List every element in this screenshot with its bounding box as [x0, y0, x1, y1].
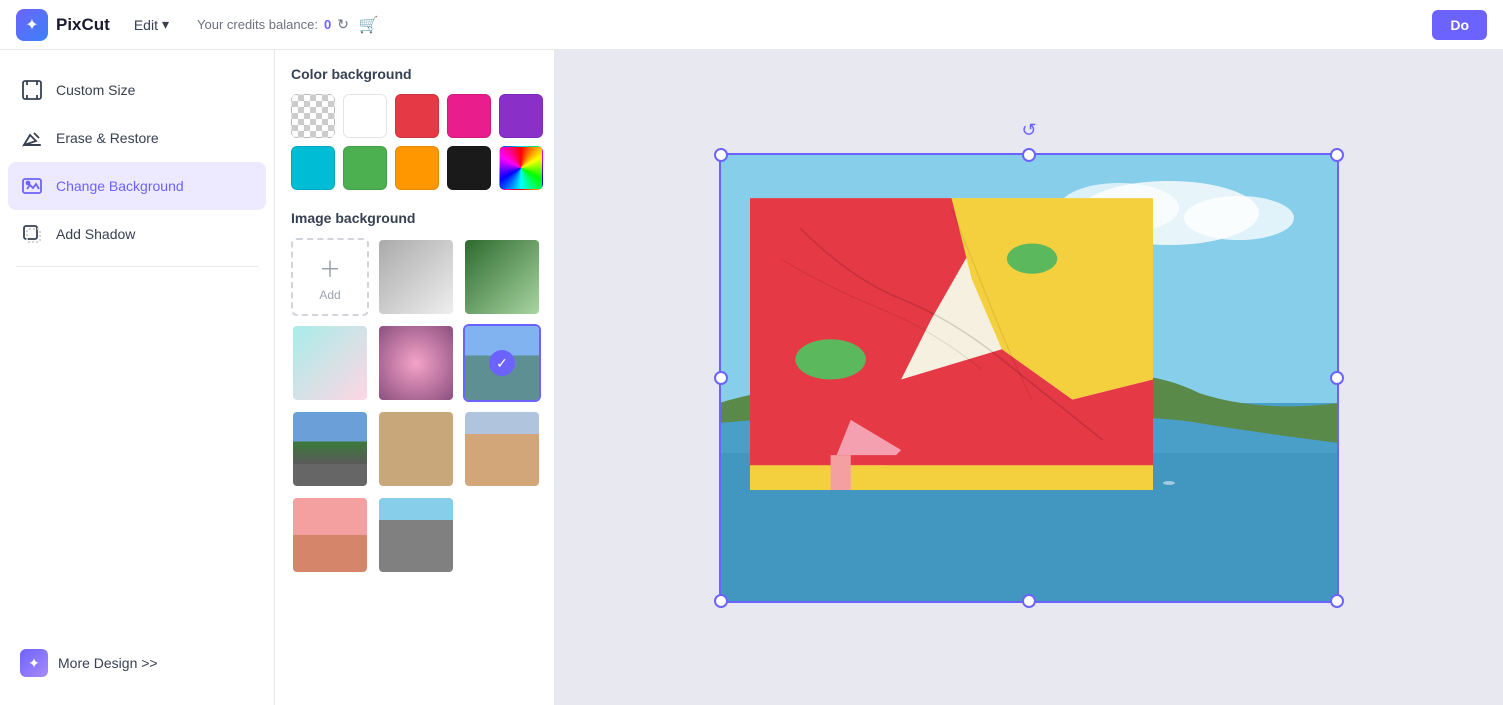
thumb-bokeh-bg: [379, 326, 453, 400]
sidebar-label-change-background: Change Background: [56, 178, 184, 194]
edit-label: Edit: [134, 17, 158, 33]
image-thumb-street[interactable]: [463, 410, 541, 488]
cart-icon[interactable]: 🛒: [359, 15, 379, 35]
header: ✦ PixCut Edit ▾ Your credits balance: 0 …: [0, 0, 1503, 50]
image-thumb-mountain[interactable]: [291, 410, 369, 488]
color-bg-title: Color background: [291, 66, 538, 82]
logo-area: ✦ PixCut: [16, 9, 110, 41]
sidebar-label-add-shadow: Add Shadow: [56, 226, 135, 242]
image-thumb-leaf[interactable]: [463, 238, 541, 316]
color-swatch-white[interactable]: [343, 94, 387, 138]
logo-text: PixCut: [56, 15, 110, 35]
image-thumb-pastel[interactable]: [291, 324, 369, 402]
edit-menu[interactable]: Edit ▾: [126, 12, 177, 37]
thumb-gray-bg: [379, 240, 453, 314]
color-swatch-green[interactable]: [343, 146, 387, 190]
color-swatch-black[interactable]: [447, 146, 491, 190]
rotate-handle[interactable]: ↺: [1017, 119, 1041, 143]
credits-area: Your credits balance: 0 ↻ 🛒: [197, 15, 379, 35]
image-bg-title: Image background: [291, 210, 538, 226]
sidebar-item-change-background[interactable]: Change Background: [8, 162, 266, 210]
image-thumb-pink-building[interactable]: [291, 496, 369, 574]
erase-restore-icon: [20, 126, 44, 150]
thumb-pastel-bg: [293, 326, 367, 400]
sidebar-item-add-shadow[interactable]: Add Shadow: [0, 210, 274, 258]
thumb-mountain-bg: [293, 412, 367, 486]
more-design-item[interactable]: ✦ More Design >>: [0, 637, 274, 689]
credits-label: Your credits balance:: [197, 17, 318, 32]
thumb-taxi-bg: [379, 498, 453, 572]
color-swatch-cyan[interactable]: [291, 146, 335, 190]
sidebar-item-custom-size[interactable]: Custom Size: [0, 66, 274, 114]
thumb-pink-bg: [293, 498, 367, 572]
left-sidebar: Custom Size Erase & Restore Change Bac: [0, 50, 275, 705]
color-swatch-transparent[interactable]: [291, 94, 335, 138]
change-background-icon: [20, 174, 44, 198]
sidebar-divider: [16, 266, 258, 267]
done-button[interactable]: Do: [1432, 10, 1487, 40]
more-design-icon: ✦: [20, 649, 48, 677]
right-panel: Color background Image background ＋ Add: [275, 50, 555, 705]
main-area: Custom Size Erase & Restore Change Bac: [0, 50, 1503, 705]
color-swatch-orange[interactable]: [395, 146, 439, 190]
plus-icon: ＋: [319, 252, 341, 284]
selected-overlay: ✓: [465, 326, 539, 400]
image-grid: ＋ Add ✓: [291, 238, 538, 574]
image-thumb-gray[interactable]: [377, 238, 455, 316]
image-thumb-beach-selected[interactable]: ✓: [463, 324, 541, 402]
color-swatch-purple[interactable]: [499, 94, 543, 138]
canvas-area: ‹: [555, 50, 1503, 705]
custom-size-icon: [20, 78, 44, 102]
thumb-leaf-bg: [465, 240, 539, 314]
overlay-image: [750, 198, 1153, 491]
credits-value: 0: [324, 17, 331, 32]
image-thumb-taxi[interactable]: [377, 496, 455, 574]
check-icon: ✓: [489, 350, 515, 376]
color-swatch-pink[interactable]: [447, 94, 491, 138]
image-thumb-arch[interactable]: [377, 410, 455, 488]
add-image-button[interactable]: ＋ Add: [291, 238, 369, 316]
canvas-wrapper: ↺: [719, 153, 1339, 603]
color-grid: [291, 94, 538, 190]
image-thumb-bokeh[interactable]: [377, 324, 455, 402]
sidebar-label-custom-size: Custom Size: [56, 82, 135, 98]
refresh-icon[interactable]: ↻: [337, 16, 349, 33]
edit-chevron-icon: ▾: [162, 16, 169, 33]
more-design-label: More Design >>: [58, 655, 158, 671]
logo-icon: ✦: [16, 9, 48, 41]
add-label: Add: [319, 288, 340, 302]
thumb-street-bg: [465, 412, 539, 486]
color-swatch-red[interactable]: [395, 94, 439, 138]
sidebar-label-erase-restore: Erase & Restore: [56, 130, 159, 146]
sidebar-item-erase-restore[interactable]: Erase & Restore: [0, 114, 274, 162]
color-swatch-gradient[interactable]: [499, 146, 543, 190]
thumb-arch-bg: [379, 412, 453, 486]
add-shadow-icon: [20, 222, 44, 246]
